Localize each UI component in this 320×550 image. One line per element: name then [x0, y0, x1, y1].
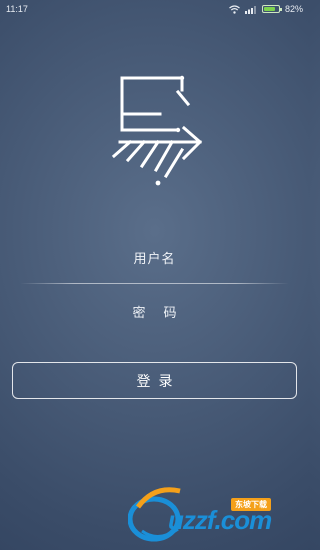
wifi-icon [229, 4, 240, 14]
login-button[interactable]: 登录 [12, 362, 297, 399]
status-icons: 82% [229, 4, 303, 14]
login-button-label: 登录 [136, 373, 181, 390]
status-bar: 11:17 82% [0, 0, 309, 18]
app-logo-icon [111, 75, 203, 186]
battery-icon [261, 5, 282, 13]
battery-fill [263, 7, 276, 11]
signal-icon [244, 5, 256, 14]
password-placeholder: 密码 [132, 306, 195, 321]
watermark-site: uzzf.com [168, 505, 272, 535]
password-input[interactable]: 密码 [0, 302, 309, 321]
status-time: 11:17 [6, 4, 28, 14]
battery-percent: 82% [284, 4, 303, 14]
watermark: 东坡下载 uzzf.com [128, 475, 306, 545]
field-divider [20, 283, 289, 284]
username-input[interactable]: 用户名 [0, 248, 309, 267]
username-placeholder: 用户名 [133, 252, 176, 267]
